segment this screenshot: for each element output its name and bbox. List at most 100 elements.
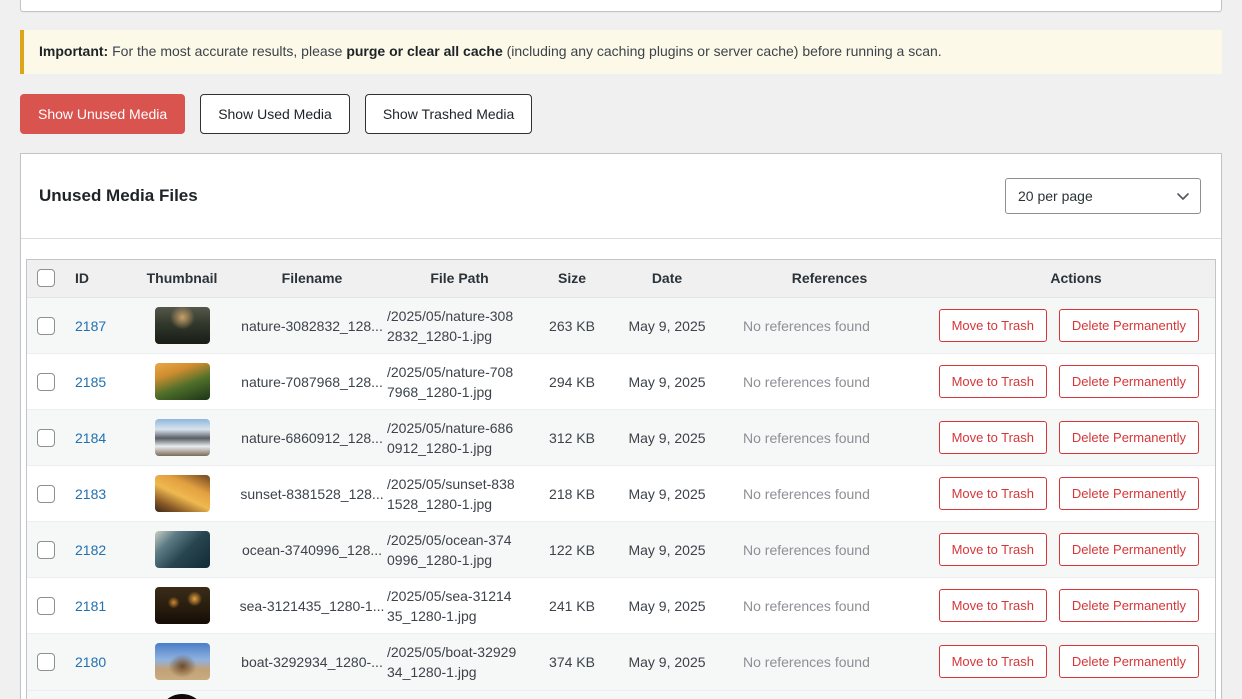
boat-shipwreck-beach-thumbnail[interactable] [155, 643, 210, 680]
row-checkbox[interactable] [37, 317, 55, 335]
row-id-cell: 2181 [65, 578, 127, 634]
media-id-link[interactable]: 2184 [75, 430, 106, 446]
nature-snow-mountains-thumbnail[interactable] [155, 419, 210, 456]
notice-text-after: (including any caching plugins or server… [503, 43, 942, 59]
table-row: 2182 ocean-3740996_128... /2025/05/ocean… [27, 522, 1215, 578]
media-id-link[interactable]: 2182 [75, 542, 106, 558]
sunset-pier-thumbnail[interactable] [155, 475, 210, 512]
media-table-frame: ID Thumbnail Filename File Path Size Dat… [26, 259, 1216, 699]
row-thumbnail-cell [127, 410, 237, 466]
move-to-trash-button[interactable]: Move to Trash [939, 365, 1047, 398]
partially-visible-next-row [27, 690, 1215, 699]
row-checkbox[interactable] [37, 429, 55, 447]
header-filename: Filename [237, 260, 387, 298]
delete-permanently-button[interactable]: Delete Permanently [1059, 645, 1199, 678]
row-filename: ocean-3740996_128... [237, 522, 387, 578]
row-actions-cell: Move to Trash Delete Permanently [937, 578, 1215, 634]
row-date: May 9, 2025 [612, 522, 722, 578]
row-size: 122 KB [532, 522, 612, 578]
header-id: ID [65, 260, 127, 298]
show-trashed-media-button[interactable]: Show Trashed Media [365, 94, 533, 134]
row-checkbox[interactable] [37, 541, 55, 559]
row-checkbox[interactable] [37, 597, 55, 615]
row-date: May 9, 2025 [612, 298, 722, 354]
move-to-trash-button[interactable]: Move to Trash [939, 421, 1047, 454]
row-filename: sea-3121435_1280-1... [237, 578, 387, 634]
row-select-cell [27, 354, 65, 410]
row-size: 312 KB [532, 410, 612, 466]
row-thumbnail-cell [127, 634, 237, 690]
delete-permanently-button[interactable]: Delete Permanently [1059, 365, 1199, 398]
table-row: 2180 boat-3292934_1280-... /2025/05/boat… [27, 634, 1215, 690]
row-references: No references found [722, 298, 937, 354]
row-thumbnail-cell [127, 354, 237, 410]
row-size: 263 KB [532, 298, 612, 354]
notice-prefix: Important: [39, 43, 108, 59]
table-row: 2184 nature-6860912_128... /2025/05/natu… [27, 410, 1215, 466]
row-id-cell: 2185 [65, 354, 127, 410]
nature-lake-dusk-thumbnail[interactable] [155, 307, 210, 344]
media-id-link[interactable]: 2181 [75, 598, 106, 614]
row-filename: nature-7087968_128... [237, 354, 387, 410]
media-id-link[interactable]: 2183 [75, 486, 106, 502]
row-checkbox[interactable] [37, 485, 55, 503]
row-actions-cell: Move to Trash Delete Permanently [937, 410, 1215, 466]
row-select-cell [27, 410, 65, 466]
media-id-link[interactable]: 2187 [75, 318, 106, 334]
move-to-trash-button[interactable]: Move to Trash [939, 533, 1047, 566]
row-references: No references found [722, 354, 937, 410]
show-unused-media-button[interactable]: Show Unused Media [20, 94, 185, 134]
ocean-storm-thumbnail[interactable] [155, 531, 210, 568]
row-actions-cell: Move to Trash Delete Permanently [937, 634, 1215, 690]
row-checkbox[interactable] [37, 653, 55, 671]
row-id-cell: 2183 [65, 466, 127, 522]
table-header-row: ID Thumbnail Filename File Path Size Dat… [27, 260, 1215, 298]
table-row: 2183 sunset-8381528_128... /2025/05/suns… [27, 466, 1215, 522]
row-id-cell: 2184 [65, 410, 127, 466]
delete-permanently-button[interactable]: Delete Permanently [1059, 533, 1199, 566]
row-file-path: /2025/05/sea-3121435_1280-1.jpg [387, 578, 532, 634]
row-checkbox[interactable] [37, 373, 55, 391]
row-filename: sunset-8381528_128... [237, 466, 387, 522]
row-select-cell [27, 466, 65, 522]
row-date: May 9, 2025 [612, 410, 722, 466]
show-used-media-button[interactable]: Show Used Media [200, 94, 350, 134]
delete-permanently-button[interactable]: Delete Permanently [1059, 589, 1199, 622]
sea-lighthouse-night-thumbnail[interactable] [155, 587, 210, 624]
table-row: 2185 nature-7087968_128... /2025/05/natu… [27, 354, 1215, 410]
move-to-trash-button[interactable]: Move to Trash [939, 309, 1047, 342]
row-file-path: /2025/05/nature-3082832_1280-1.jpg [387, 298, 532, 354]
table-area: ID Thumbnail Filename File Path Size Dat… [21, 239, 1221, 699]
panel-header: Unused Media Files 20 per page [21, 154, 1221, 239]
row-thumbnail-cell [127, 298, 237, 354]
header-thumbnail: Thumbnail [127, 260, 237, 298]
row-select-cell [27, 522, 65, 578]
media-id-link[interactable]: 2180 [75, 654, 106, 670]
row-select-cell [27, 578, 65, 634]
move-to-trash-button[interactable]: Move to Trash [939, 477, 1047, 510]
select-all-checkbox[interactable] [37, 269, 55, 287]
per-page-select[interactable]: 20 per page [1005, 178, 1201, 214]
row-actions-cell: Move to Trash Delete Permanently [937, 354, 1215, 410]
media-table-body: 2187 nature-3082832_128... /2025/05/natu… [27, 298, 1215, 690]
row-date: May 9, 2025 [612, 466, 722, 522]
row-filename: boat-3292934_1280-... [237, 634, 387, 690]
row-actions-cell: Move to Trash Delete Permanently [937, 298, 1215, 354]
delete-permanently-button[interactable]: Delete Permanently [1059, 421, 1199, 454]
header-references: References [722, 260, 937, 298]
header-actions: Actions [937, 260, 1215, 298]
header-date: Date [612, 260, 722, 298]
row-thumbnail-cell [127, 466, 237, 522]
move-to-trash-button[interactable]: Move to Trash [939, 645, 1047, 678]
row-thumbnail-cell [127, 578, 237, 634]
row-date: May 9, 2025 [612, 578, 722, 634]
row-filename: nature-6860912_128... [237, 410, 387, 466]
row-id-cell: 2182 [65, 522, 127, 578]
row-file-path: /2025/05/nature-6860912_1280-1.jpg [387, 410, 532, 466]
delete-permanently-button[interactable]: Delete Permanently [1059, 477, 1199, 510]
media-id-link[interactable]: 2185 [75, 374, 106, 390]
delete-permanently-button[interactable]: Delete Permanently [1059, 309, 1199, 342]
select-all-header [27, 260, 65, 298]
move-to-trash-button[interactable]: Move to Trash [939, 589, 1047, 622]
nature-green-sunset-thumbnail[interactable] [155, 363, 210, 400]
